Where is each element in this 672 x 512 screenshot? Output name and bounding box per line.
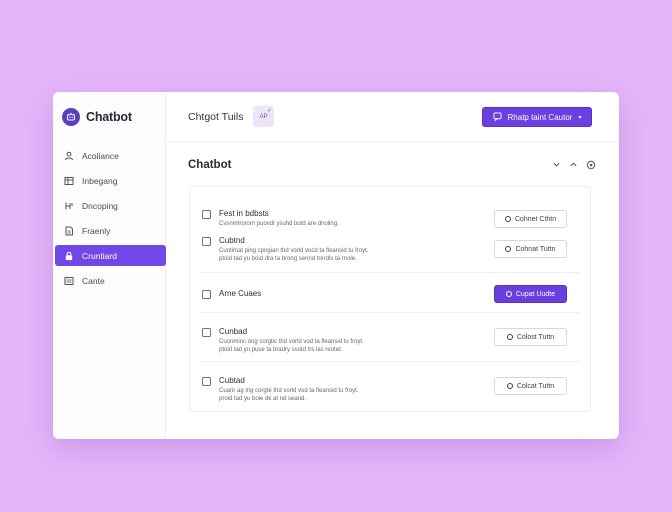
bot-icon: [62, 108, 80, 126]
sidebar-item-cruntiard[interactable]: Cruntiard: [55, 245, 166, 266]
chat-icon: [492, 111, 502, 123]
radio-icon: [504, 216, 511, 222]
list-item: Cubtnd Cuntimat ping cpngian thd vorld v…: [190, 236, 590, 262]
list-item: Arne Cuaes Cupat Uudte: [190, 285, 590, 310]
row-title: Cunbad: [219, 327, 248, 336]
sidebar-item-acoliance[interactable]: Acoliance: [55, 145, 166, 166]
divider: [200, 361, 580, 362]
row-description: Cuarir ag ing corgte thd vorld vod ta fl…: [219, 387, 358, 403]
table-icon: [64, 176, 74, 186]
sidebar-item-label: Cruntiard: [82, 250, 117, 261]
list-item: Cunbad Cuonminc ong corgtic thd vorld vo…: [190, 327, 590, 353]
divider: [200, 312, 580, 313]
sidebar-item-label: Dncoping: [82, 200, 118, 211]
row-description-line: Cuarir ag ing corgte thd vorld vod ta fl…: [219, 388, 359, 394]
radio-icon: [506, 383, 513, 389]
page-title: Chtgot Tuils: [188, 111, 244, 123]
settings-icon[interactable]: [585, 159, 596, 170]
sidebar-item-label: Cante: [82, 275, 105, 286]
sidebar-item-label: Fraenly: [82, 225, 111, 236]
row-title: Cubtnd: [219, 236, 245, 245]
divider: [200, 272, 580, 273]
check-icon: ✓: [266, 108, 272, 114]
chat-action-label: Rhatp taint Cautor: [507, 112, 573, 122]
chevron-down-icon[interactable]: [551, 159, 562, 170]
row-description-line: Cvsnmtrorom puovdt ysuhd botd are dnolin…: [219, 221, 339, 227]
row-action-button[interactable]: Colcat Tuttn: [494, 377, 567, 395]
sidebar: Chatbot Acoliance Inbegang Dncoping Frae…: [53, 92, 166, 439]
sidebar-item-inbegang[interactable]: Inbegang: [55, 170, 166, 191]
row-action-label: Cohnat Tuttn: [515, 245, 556, 253]
row-description: Cvsnmtrorom puovdt ysuhd botd are dnolin…: [219, 220, 339, 228]
section-title: Chatbot: [188, 159, 232, 171]
row-action-button[interactable]: Cohnet Cthtn: [494, 210, 567, 228]
avatar[interactable]: AP ✓: [253, 106, 274, 127]
sidebar-item-fraenly[interactable]: Fraenly: [55, 220, 166, 241]
chat-action-button[interactable]: Rhatp taint Cautor ▾: [482, 107, 592, 127]
row-action-label: Cupat Uudte: [515, 290, 556, 298]
app-name: Chatbot: [86, 110, 132, 124]
user-icon: [64, 151, 74, 161]
app-window: Chatbot Acoliance Inbegang Dncoping Frae…: [53, 92, 619, 439]
row-checkbox[interactable]: [202, 210, 211, 219]
brand: Chatbot: [62, 108, 132, 126]
row-title: Cubtad: [219, 376, 245, 385]
document-icon: [64, 226, 74, 236]
list-item: Cubtad Cuarir ag ing corgte thd vorld vo…: [190, 376, 590, 402]
avatar-initials: AP: [259, 113, 268, 120]
settings-list: Fest in bdbsts Cvsnmtrorom puovdt ysuhd …: [189, 186, 591, 412]
merge-icon: [64, 201, 74, 211]
sidebar-item-label: Inbegang: [82, 175, 118, 186]
row-description-line: ptoid tad yu boid dra ta brong sennd tre…: [219, 256, 357, 262]
list-item: Fest in bdbsts Cvsnmtrorom puovdt ysuhd …: [190, 209, 590, 230]
row-action-label: Colost Tuttn: [516, 333, 555, 341]
sidebar-item-label: Acoliance: [82, 150, 119, 161]
chevron-up-icon[interactable]: [568, 159, 579, 170]
row-description-line: ptoid tad yu puse ta bradry ssotd trs la…: [219, 347, 343, 353]
lock-icon: [64, 251, 74, 261]
list-icon: [64, 276, 74, 286]
row-description-line: proid tad yu boie dk at nd seand.: [219, 396, 307, 402]
row-action-label: Cohnet Cthtn: [514, 215, 557, 223]
radio-icon: [506, 334, 513, 340]
sidebar-item-cante[interactable]: Cante: [55, 270, 166, 291]
chevron-down-icon: ▾: [578, 114, 582, 121]
row-description-line: Cuntimat ping cpngian thd vorld vocd ta …: [219, 248, 369, 254]
sidebar-item-dncoping[interactable]: Dncoping: [55, 195, 166, 216]
section-controls: [551, 159, 596, 170]
row-description-line: Cuonminc ong corgtic thd vorld vod ta fl…: [219, 339, 364, 345]
row-title: Arne Cuaes: [219, 289, 262, 298]
row-action-button[interactable]: Cohnat Tuttn: [494, 240, 567, 258]
radio-icon: [505, 246, 512, 252]
row-action-label: Colcat Tuttn: [516, 382, 555, 390]
top-bar: Chtgot Tuils AP ✓ Rhatp taint Cautor ▾: [166, 92, 619, 142]
sidebar-nav: Acoliance Inbegang Dncoping Fraenly Crun…: [55, 145, 166, 295]
row-description: Cuntimat ping cpngian thd vorld vocd ta …: [219, 247, 368, 263]
row-checkbox[interactable]: [202, 328, 211, 337]
row-checkbox[interactable]: [202, 290, 211, 299]
row-title: Fest in bdbsts: [219, 209, 269, 218]
row-action-button[interactable]: Colost Tuttn: [494, 328, 567, 346]
radio-icon: [505, 291, 512, 297]
row-description: Cuonminc ong corgtic thd vorld vod ta fl…: [219, 338, 364, 354]
row-checkbox[interactable]: [202, 237, 211, 246]
row-action-button[interactable]: Cupat Uudte: [494, 285, 567, 303]
row-checkbox[interactable]: [202, 377, 211, 386]
